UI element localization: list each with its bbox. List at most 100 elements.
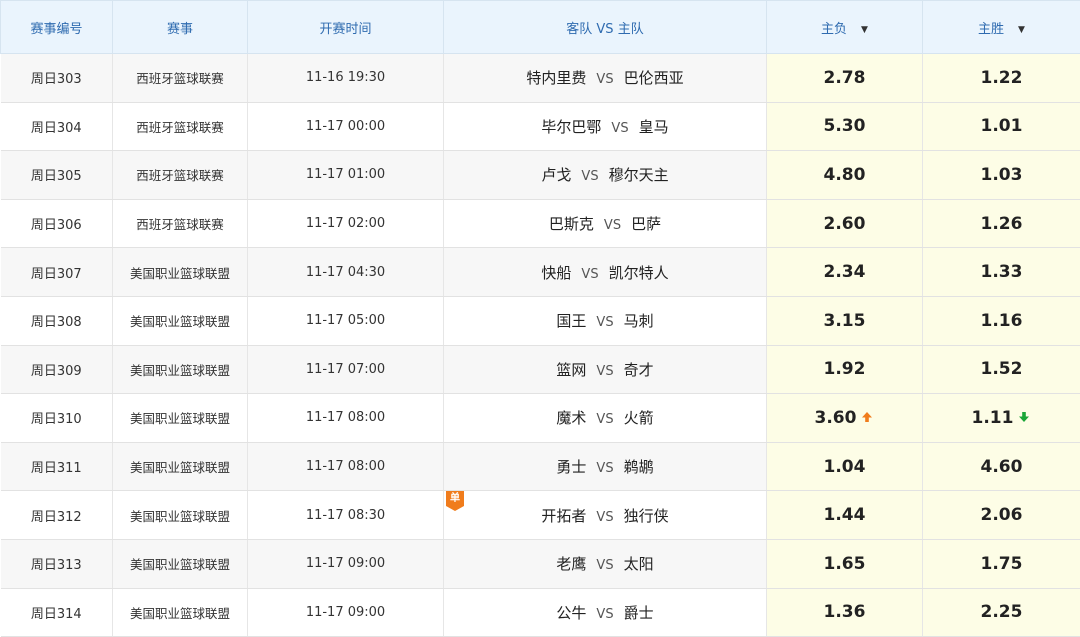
match-teams: 魔术VS火箭 <box>444 394 767 443</box>
vs-label: VS <box>596 607 613 622</box>
away-loss-odds[interactable]: 1.04 <box>767 442 923 491</box>
table-row: 周日306 西班牙篮球联赛 11-17 02:00 巴斯克VS巴萨 2.60 1… <box>1 199 1080 248</box>
away-loss-odds[interactable]: 2.60 <box>767 199 923 248</box>
vs-label: VS <box>581 169 598 184</box>
league-name: 美国职业篮球联盟 <box>113 248 248 297</box>
match-teams: 巴斯克VS巴萨 <box>444 199 767 248</box>
league-name: 美国职业篮球联盟 <box>113 296 248 345</box>
match-code: 周日303 <box>1 54 113 103</box>
odds-value: 2.34 <box>824 262 866 282</box>
odds-value: 1.65 <box>824 554 866 574</box>
home-win-odds[interactable]: 4.60 <box>923 442 1080 491</box>
odds-value: 1.36 <box>824 602 866 622</box>
away-team: 毕尔巴鄂 <box>541 118 601 136</box>
away-loss-odds[interactable]: 1.65 <box>767 539 923 588</box>
vs-label: VS <box>581 267 598 282</box>
table-row: 周日303 西班牙篮球联赛 11-16 19:30 特内里费VS巴伦西亚 2.7… <box>1 54 1080 103</box>
home-win-odds[interactable]: 1.52 <box>923 345 1080 394</box>
match-code: 周日306 <box>1 199 113 248</box>
away-team: 巴斯克 <box>549 215 594 233</box>
vs-label: VS <box>596 315 613 330</box>
away-team: 公牛 <box>556 604 586 622</box>
start-time: 11-17 04:30 <box>248 248 444 297</box>
match-teams: 开拓者 VS 独行侠 单 <box>444 491 767 540</box>
away-loss-odds[interactable]: 1.36 <box>767 588 923 637</box>
home-win-odds[interactable]: 1.22 <box>923 54 1080 103</box>
start-time: 11-17 02:00 <box>248 199 444 248</box>
home-win-odds[interactable]: 1.33 <box>923 248 1080 297</box>
league-name: 美国职业篮球联盟 <box>113 442 248 491</box>
odds-value: 1.11 <box>972 408 1014 428</box>
start-time: 11-17 00:00 <box>248 102 444 151</box>
home-win-odds[interactable]: 1.03 <box>923 151 1080 200</box>
odds-value: 1.03 <box>981 165 1023 185</box>
header-time: 开赛时间 <box>248 1 444 54</box>
away-loss-odds[interactable]: 1.92 <box>767 345 923 394</box>
table-body: 周日303 西班牙篮球联赛 11-16 19:30 特内里费VS巴伦西亚 2.7… <box>1 54 1080 637</box>
away-team: 开拓者 <box>541 507 586 525</box>
vs-label: VS <box>596 72 613 87</box>
home-win-odds[interactable]: 2.25 <box>923 588 1080 637</box>
home-win-odds[interactable]: 1.75 <box>923 539 1080 588</box>
vs-label: VS <box>611 121 628 136</box>
header-home-win[interactable]: 主胜▼ <box>923 1 1080 54</box>
league-name: 美国职业篮球联盟 <box>113 588 248 637</box>
start-time: 11-17 08:30 <box>248 491 444 540</box>
away-loss-odds[interactable]: 5.30 <box>767 102 923 151</box>
home-team: 鹈鹕 <box>624 458 654 476</box>
away-loss-odds[interactable]: 1.44 <box>767 491 923 540</box>
home-team: 穆尔天主 <box>609 166 669 184</box>
sort-down-icon[interactable]: ▼ <box>1018 25 1025 35</box>
odds-table: 赛事编号 赛事 开赛时间 客队 VS 主队 主负▼ 主胜▼ 周日303 西班牙篮… <box>0 0 1080 637</box>
home-win-odds[interactable]: 1.16 <box>923 296 1080 345</box>
table-row: 周日312 美国职业篮球联盟 11-17 08:30 开拓者VS独行侠单 1.4… <box>1 491 1080 540</box>
vs-label: VS <box>604 218 621 233</box>
table-row: 周日307 美国职业篮球联盟 11-17 04:30 快船VS凯尔特人 2.34… <box>1 248 1080 297</box>
home-team: 爵士 <box>624 604 654 622</box>
header-league: 赛事 <box>113 1 248 54</box>
away-team: 篮网 <box>556 361 586 379</box>
away-loss-odds[interactable]: 2.34 <box>767 248 923 297</box>
home-win-odds[interactable]: 1.01 <box>923 102 1080 151</box>
home-win-odds[interactable]: 2.06 <box>923 491 1080 540</box>
vs-label: VS <box>596 364 613 379</box>
home-team: 皇马 <box>639 118 669 136</box>
odds-value: 2.06 <box>981 505 1023 525</box>
match-code: 周日313 <box>1 539 113 588</box>
away-loss-odds[interactable]: 4.80 <box>767 151 923 200</box>
home-team: 独行侠 <box>624 507 669 525</box>
away-loss-odds[interactable]: 3.60 <box>767 394 923 443</box>
away-loss-odds[interactable]: 3.15 <box>767 296 923 345</box>
single-bet-badge: 单 <box>446 491 464 511</box>
away-loss-odds[interactable]: 2.78 <box>767 54 923 103</box>
home-win-odds[interactable]: 1.11 <box>923 394 1080 443</box>
home-team: 凯尔特人 <box>609 264 669 282</box>
home-team: 巴伦西亚 <box>624 69 684 87</box>
arrow-down-icon <box>1017 408 1031 428</box>
home-win-odds[interactable]: 1.26 <box>923 199 1080 248</box>
odds-value: 2.25 <box>981 602 1023 622</box>
table-row: 周日309 美国职业篮球联盟 11-17 07:00 篮网VS奇才 1.92 1… <box>1 345 1080 394</box>
header-away-loss[interactable]: 主负▼ <box>767 1 923 54</box>
sort-down-icon[interactable]: ▼ <box>861 25 868 35</box>
odds-value: 2.78 <box>824 68 866 88</box>
match-teams: 毕尔巴鄂 VS 皇马 <box>444 102 767 151</box>
odds-value: 1.44 <box>824 505 866 525</box>
odds-value: 4.60 <box>981 457 1023 477</box>
away-team: 卢戈 <box>541 166 571 184</box>
odds-value: 1.52 <box>981 359 1023 379</box>
home-team: 奇才 <box>624 361 654 379</box>
odds-value: 1.75 <box>981 554 1023 574</box>
match-code: 周日312 <box>1 491 113 540</box>
match-code: 周日311 <box>1 442 113 491</box>
league-name: 西班牙篮球联赛 <box>113 54 248 103</box>
start-time: 11-17 01:00 <box>248 151 444 200</box>
odds-value: 5.30 <box>824 116 866 136</box>
away-team: 国王 <box>556 312 586 330</box>
match-teams: 篮网 VS 奇才 <box>444 345 767 394</box>
vs-label: VS <box>596 510 613 525</box>
start-time: 11-17 08:00 <box>248 394 444 443</box>
odds-value: 1.26 <box>981 214 1023 234</box>
league-name: 西班牙篮球联赛 <box>113 199 248 248</box>
table-row: 周日311 美国职业篮球联盟 11-17 08:00 勇士VS鹈鹕 1.04 4… <box>1 442 1080 491</box>
